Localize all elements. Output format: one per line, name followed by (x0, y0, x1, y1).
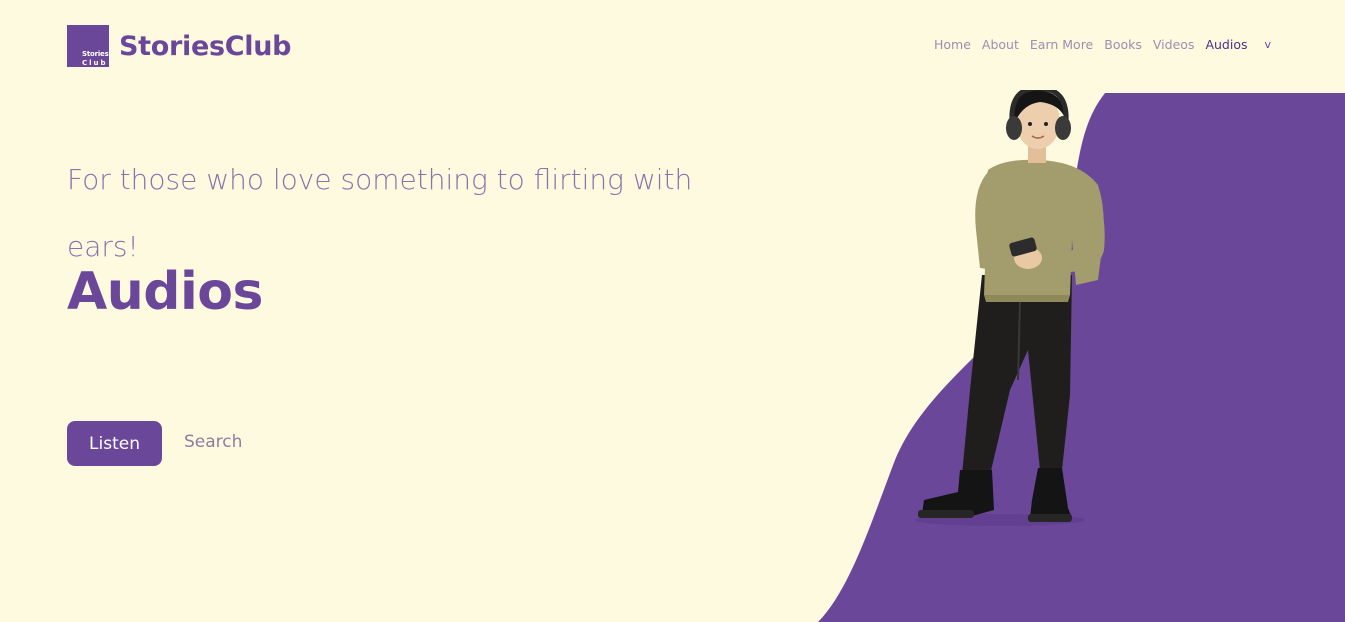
logo-text-line1: Stories (82, 50, 109, 58)
main-nav: Home About Earn More Books Videos Audios… (923, 37, 1271, 52)
nav-about[interactable]: About (982, 37, 1019, 52)
person-with-headphones-illustration (915, 90, 1105, 526)
nav-books[interactable]: Books (1104, 37, 1142, 52)
nav-videos[interactable]: Videos (1153, 37, 1195, 52)
brand-name[interactable]: StoriesClub (119, 31, 291, 62)
hero-tagline: For those who love something to flirting… (67, 163, 693, 263)
nav-more-dropdown[interactable]: v (1264, 38, 1271, 51)
logo-text-line2: Club (82, 59, 108, 67)
page-title: Audios (67, 262, 264, 322)
brand[interactable]: Stories Club StoriesClub (67, 25, 291, 67)
nav-audios[interactable]: Audios (1205, 37, 1247, 52)
nav-earn-more[interactable]: Earn More (1030, 37, 1093, 52)
search-button[interactable]: Search (184, 432, 242, 452)
listen-button[interactable]: Listen (67, 421, 162, 466)
nav-home[interactable]: Home (934, 37, 971, 52)
logo-icon[interactable]: Stories Club (67, 25, 109, 67)
